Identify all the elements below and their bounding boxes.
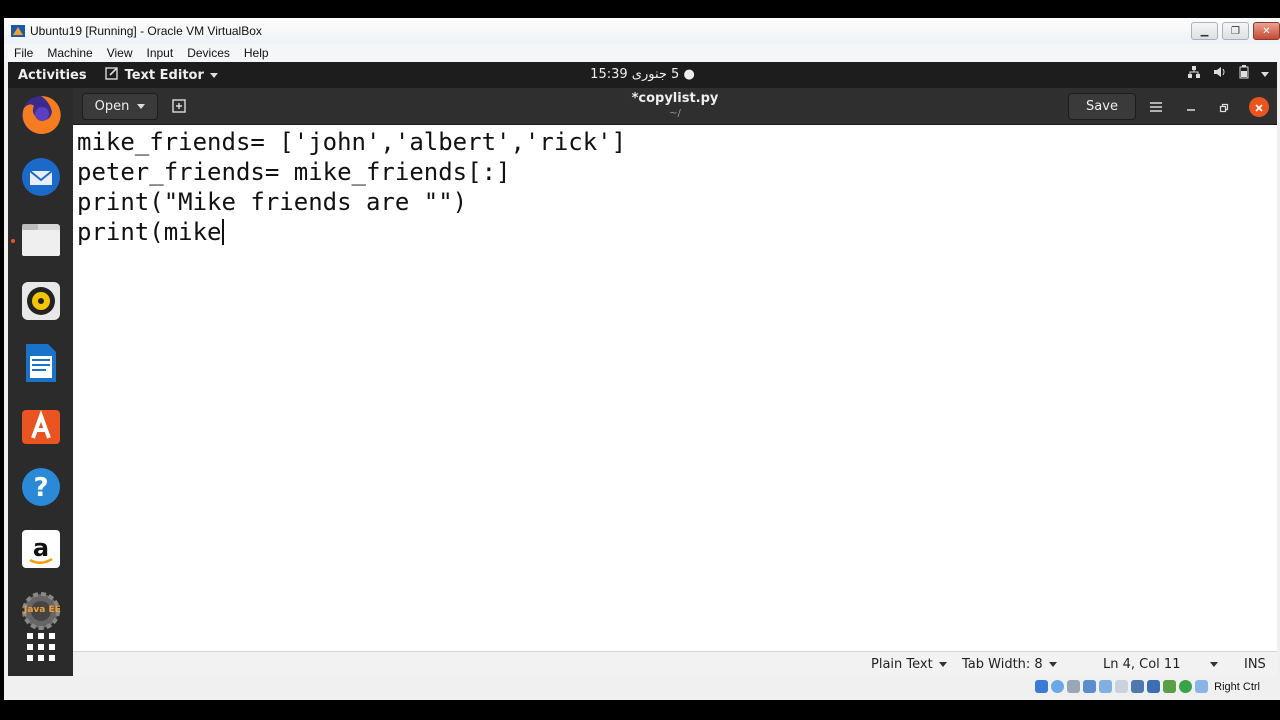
java-ee-label: Java EE [24, 605, 61, 615]
app-name: Text Editor [124, 67, 204, 83]
menu-file[interactable]: File [4, 46, 40, 60]
network-adapter-icon[interactable] [1083, 680, 1097, 693]
screen: Ubuntu19 [Running] - Oracle VM VirtualBo… [0, 0, 1280, 720]
svg-text:?: ? [33, 473, 48, 503]
clock-date[interactable]: 5 جنوری [632, 67, 680, 82]
menu-help[interactable]: Help [237, 46, 276, 60]
mouse-integration-icon[interactable] [1195, 680, 1209, 693]
guest-screen: Activities Text Editor 15:39 5 جنوری ● ?… [8, 62, 1277, 676]
window-minimize-button[interactable] [1181, 97, 1201, 117]
code-line-4-text: print(mike [77, 218, 222, 246]
gedit-window: Open *copylist.py ~/ Save mike_friends= … [73, 88, 1277, 676]
amazon-icon: a [20, 528, 62, 574]
dock-writer[interactable] [20, 344, 62, 386]
virtualbox-icon [10, 23, 26, 39]
dock-help[interactable]: ? [20, 468, 62, 510]
activities-button[interactable]: Activities [18, 68, 87, 83]
headerbar: Open *copylist.py ~/ Save [73, 88, 1277, 125]
display-icon[interactable] [1131, 680, 1145, 693]
code-line-1: mike_friends= ['john','albert','rick'] [77, 128, 627, 156]
guest-additions-icon[interactable] [1179, 680, 1193, 693]
menu-input[interactable]: Input [140, 46, 181, 60]
code-line-2: peter_friends= mike_friends[:] [77, 158, 511, 186]
dock-amazon[interactable]: a [20, 530, 62, 572]
close-button[interactable]: ✕ [1253, 22, 1280, 40]
dock-rhythmbox[interactable] [20, 282, 62, 324]
software-center-icon [20, 404, 62, 450]
minimize-button[interactable]: ▁ [1191, 22, 1218, 40]
close-icon [1254, 98, 1264, 117]
ubuntu-dock: ? a Java EE [8, 88, 73, 676]
rhythmbox-icon [20, 280, 62, 326]
app-menu[interactable]: Text Editor [104, 66, 218, 84]
shared-folders-icon[interactable] [1115, 680, 1129, 693]
dock-software[interactable] [20, 406, 62, 448]
dock-show-apps[interactable] [20, 628, 62, 670]
gnome-top-bar: Activities Text Editor 15:39 5 جنوری ● [8, 62, 1277, 88]
network-icon [1187, 65, 1201, 83]
chevron-down-icon [209, 72, 218, 78]
hard-disk-icon[interactable] [1035, 680, 1049, 693]
running-indicator [11, 239, 15, 243]
text-editor-icon [104, 66, 119, 84]
virtualbox-statusbar: Right Ctrl [4, 676, 1280, 700]
cursor-position-label: Ln 4, Col 11 [1103, 657, 1181, 672]
menu-machine[interactable]: Machine [40, 46, 99, 60]
volume-icon [1213, 65, 1227, 83]
dock-thunderbird[interactable] [20, 158, 62, 200]
menu-view[interactable]: View [100, 46, 140, 60]
firefox-icon [20, 94, 62, 140]
window-title: Ubuntu19 [Running] - Oracle VM VirtualBo… [30, 24, 262, 38]
files-icon [20, 218, 62, 264]
minimize-icon [1186, 98, 1196, 117]
system-menu-chevron-icon [1261, 71, 1269, 77]
editor-statusbar: Plain Text Tab Width: 8 Ln 4, Col 11 INS [73, 651, 1277, 676]
chevron-down-icon [1048, 662, 1057, 667]
hamburger-menu-button[interactable] [1144, 96, 1168, 118]
thunderbird-icon [20, 156, 62, 202]
system-tray[interactable] [1187, 65, 1269, 83]
dock-files[interactable] [11, 218, 62, 264]
tab-width-label: Tab Width: 8 [962, 657, 1043, 672]
video-capture-icon[interactable] [1147, 680, 1161, 693]
virtualbox-menubar: File Machine View Input Devices Help [4, 44, 1280, 62]
host-key-label: Right Ctrl [1214, 680, 1260, 693]
audio-icon[interactable] [1067, 680, 1081, 693]
chevron-down-icon [1210, 662, 1219, 667]
text-cursor [221, 219, 224, 245]
battery-icon [1239, 65, 1249, 83]
maximize-icon [1219, 98, 1229, 117]
insert-mode-indicator[interactable]: INS [1244, 657, 1266, 672]
show-apps-icon [26, 632, 56, 666]
clock-time[interactable]: 15:39 [590, 67, 627, 82]
insert-mode-label: INS [1244, 657, 1266, 672]
language-label: Plain Text [871, 657, 933, 672]
window-close-button[interactable] [1249, 97, 1269, 117]
code-line-3: print("Mike friends are "") [77, 188, 468, 216]
help-icon: ? [20, 466, 62, 512]
dock-firefox[interactable] [20, 94, 62, 140]
restore-button[interactable]: ❐ [1222, 22, 1249, 40]
chevron-down-icon [938, 662, 947, 667]
virtualbox-titlebar: Ubuntu19 [Running] - Oracle VM VirtualBo… [4, 18, 1280, 44]
optical-drive-icon[interactable] [1051, 680, 1065, 693]
text-editor-area[interactable]: mike_friends= ['john','albert','rick'] p… [73, 125, 1277, 651]
libreoffice-writer-icon [20, 342, 62, 388]
usb-icon[interactable] [1099, 680, 1113, 693]
code-line-4: print(mike [77, 217, 1277, 247]
save-button[interactable]: Save [1068, 93, 1136, 120]
menu-devices[interactable]: Devices [180, 46, 237, 60]
cpu-icon[interactable] [1163, 680, 1177, 693]
svg-text:a: a [33, 534, 49, 562]
tab-width-selector[interactable]: Tab Width: 8 [962, 657, 1057, 672]
window-maximize-button[interactable] [1214, 97, 1234, 117]
cursor-position-selector[interactable]: Ln 4, Col 11 [1103, 657, 1219, 672]
language-selector[interactable]: Plain Text [871, 657, 947, 672]
hamburger-menu-icon [1149, 98, 1163, 117]
virtualbox-window: Ubuntu19 [Running] - Oracle VM VirtualBo… [4, 18, 1280, 700]
notification-dot-icon: ● [683, 67, 695, 82]
